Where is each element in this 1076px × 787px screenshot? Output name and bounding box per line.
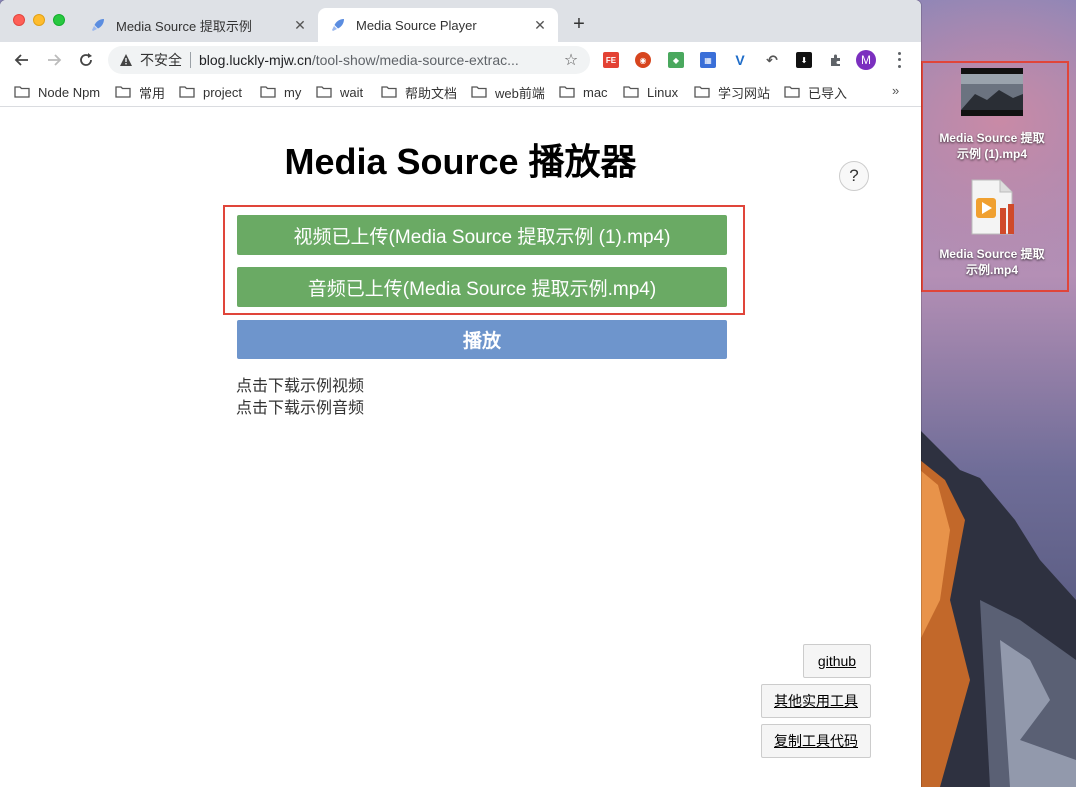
desktop-file-audio[interactable]: Media Source 提取 示例.mp4 <box>930 178 1054 278</box>
minimize-window-button[interactable] <box>33 14 45 26</box>
bookmark-my[interactable]: my <box>260 83 301 101</box>
folder-icon <box>115 86 131 98</box>
tab-media-source-extract[interactable]: Media Source 提取示例 ✕ <box>78 8 318 42</box>
puzzle-extension-icon[interactable]: ◆ <box>668 52 684 68</box>
tab-media-source-player[interactable]: Media Source Player ✕ <box>318 8 558 42</box>
qr-extension-icon[interactable]: ▦ <box>700 52 716 68</box>
download-audio-link[interactable]: 点击下载示例音频 <box>236 394 364 418</box>
download-extension-icon[interactable]: ⬇ <box>796 52 812 68</box>
media-file-icon <box>971 179 1014 235</box>
bookmark-mac[interactable]: mac <box>559 83 608 101</box>
tab-title: Media Source Player <box>356 17 477 33</box>
profile-avatar[interactable]: M <box>856 50 876 70</box>
desktop-file-video-name-1: Media Source 提取 <box>939 131 1045 145</box>
new-tab-button[interactable]: + <box>568 13 590 35</box>
folder-icon <box>694 86 710 98</box>
bookmark-label: web前端 <box>495 85 545 101</box>
star-icon[interactable]: ☆ <box>560 50 582 70</box>
bookmark-label: Linux <box>647 84 679 100</box>
extensions-icon[interactable] <box>828 52 844 68</box>
other-tools-button[interactable]: 其他实用工具 <box>761 684 871 718</box>
bookmark-changyong[interactable]: 常用 <box>115 83 165 101</box>
desktop-file-video[interactable]: Media Source 提取 示例 (1).mp4 <box>930 68 1054 162</box>
fullscreen-window-button[interactable] <box>53 14 65 26</box>
back-button[interactable] <box>10 48 34 72</box>
arrow-left-icon <box>14 54 28 66</box>
rocket-icon <box>330 17 346 33</box>
bookmark-label: my <box>284 84 302 100</box>
tab-bar: Media Source 提取示例 ✕ Media Source Player … <box>0 0 921 42</box>
browser-window: Media Source 提取示例 ✕ Media Source Player … <box>0 0 921 787</box>
video-upload-button[interactable]: 视频已上传(Media Source 提取示例 (1).mp4) <box>237 215 727 255</box>
download-video-link[interactable]: 点击下载示例视频 <box>236 372 364 396</box>
bookmark-node-npm[interactable]: Node Npm <box>14 83 100 101</box>
fe-extension-icon[interactable]: FE <box>603 52 619 68</box>
bookmark-label: 已导入 <box>808 85 848 101</box>
browser-menu-icon[interactable] <box>894 50 904 70</box>
folder-icon <box>179 86 195 98</box>
folder-icon <box>260 86 276 98</box>
arrow-right-icon <box>48 54 62 66</box>
security-label[interactable]: 不安全 <box>140 50 182 70</box>
bookmark-label: mac <box>583 84 608 100</box>
folder-icon <box>471 86 487 98</box>
close-icon[interactable]: ✕ <box>292 17 308 33</box>
tab-title: Media Source 提取示例 <box>116 18 252 34</box>
chevron-double-right-icon[interactable]: » <box>892 83 899 98</box>
bookmark-study-sites[interactable]: 学习网站 <box>694 83 770 101</box>
desktop-file-audio-name-1: Media Source 提取 <box>939 247 1045 261</box>
close-icon[interactable]: ✕ <box>532 17 548 33</box>
bookmark-help-docs[interactable]: 帮助文档 <box>381 83 457 101</box>
divider <box>190 52 191 68</box>
play-button[interactable]: 播放 <box>237 320 727 359</box>
rocket-icon <box>90 17 106 33</box>
bookmark-linux[interactable]: Linux <box>623 83 678 101</box>
folder-icon <box>784 86 800 98</box>
reply-extension-icon[interactable]: ↶ <box>764 52 780 68</box>
page-content: Media Source 播放器 ? 视频已上传(Media Source 提取… <box>0 107 921 787</box>
desktop-file-audio-name-2: 示例.mp4 <box>965 263 1018 277</box>
url-host: blog.luckly-mjw.cn <box>199 52 312 68</box>
bookmark-imported[interactable]: 已导入 <box>784 83 847 101</box>
bookmark-label: 学习网站 <box>718 85 771 101</box>
bookmarks-bar: Node Npm 常用 project my wait 帮助文档 web前端 m… <box>0 78 921 107</box>
folder-icon <box>559 86 575 98</box>
copy-code-button[interactable]: 复制工具代码 <box>761 724 871 758</box>
bookmark-label: 帮助文档 <box>405 85 458 101</box>
bookmark-web-frontend[interactable]: web前端 <box>471 83 545 101</box>
bookmark-wait[interactable]: wait <box>316 83 363 101</box>
reload-button[interactable] <box>74 48 98 72</box>
video-thumbnail-icon <box>961 68 1023 116</box>
vue-extension-icon[interactable]: V <box>732 52 748 68</box>
bookmark-label: Node Npm <box>38 84 101 100</box>
bookmark-label: wait <box>340 84 364 100</box>
browser-toolbar: 不安全 blog.luckly-mjw.cn/tool-show/media-s… <box>0 42 921 78</box>
warning-icon[interactable] <box>118 52 134 68</box>
folder-icon <box>14 86 30 98</box>
bookmark-project[interactable]: project <box>179 83 242 101</box>
folder-icon <box>381 86 397 98</box>
bookmark-label: 常用 <box>139 85 166 101</box>
audio-upload-button[interactable]: 音频已上传(Media Source 提取示例.mp4) <box>237 267 727 307</box>
folder-icon <box>623 86 639 98</box>
github-button[interactable]: github <box>803 644 871 678</box>
url-text[interactable]: blog.luckly-mjw.cn/tool-show/media-sourc… <box>199 52 560 68</box>
help-button[interactable]: ? <box>839 161 869 191</box>
reload-icon <box>80 53 92 66</box>
shield-extension-icon[interactable]: ◉ <box>635 52 651 68</box>
address-bar[interactable]: 不安全 blog.luckly-mjw.cn/tool-show/media-s… <box>108 46 590 74</box>
forward-button[interactable] <box>42 48 66 72</box>
desktop-file-video-name-2: 示例 (1).mp4 <box>956 147 1027 161</box>
page-title: Media Source 播放器 <box>284 141 637 182</box>
close-window-button[interactable] <box>13 14 25 26</box>
folder-icon <box>316 86 332 98</box>
bookmark-label: project <box>203 84 243 100</box>
url-path: /tool-show/media-source-extrac... <box>311 52 519 68</box>
